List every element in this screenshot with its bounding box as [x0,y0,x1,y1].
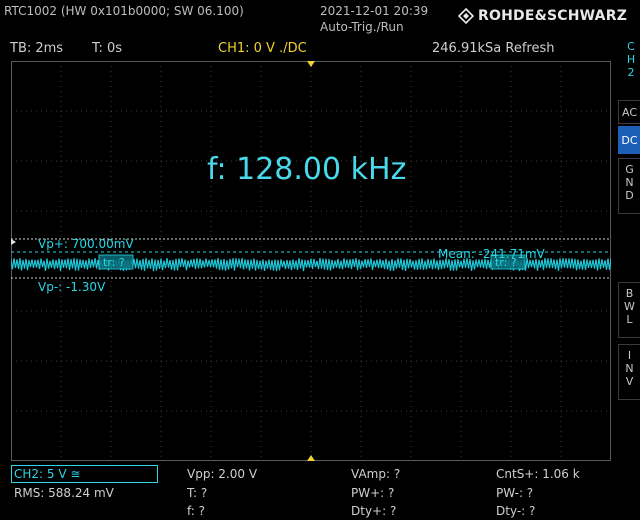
side-menu-channel-label: CH2 [626,40,636,79]
waveform-grid: tr: ? tr: ? 2 [11,61,611,461]
trigger-position-setting[interactable]: T: 0s [92,41,122,56]
cnts-plus-readout: CntS+: 1.06 k [496,467,580,481]
invert-button[interactable]: INV [618,344,640,400]
bandwidth-limit-button[interactable]: BWL [618,282,640,338]
vp-minus-readout: Vp-: -1.30V [38,280,106,294]
trigger-position-top-marker[interactable] [307,61,315,67]
vamp-readout: VAmp: ? [351,467,401,481]
dty-minus-readout: Dty-: ? [496,504,536,518]
brand-logo: ROHDE&SCHWARZ [458,8,627,24]
mean-readout: Mean: -241.71mV [438,247,545,261]
trigger-level-marker[interactable] [11,239,16,245]
period-readout: T: ? [187,486,208,500]
coupling-gnd-button[interactable]: GND [618,158,640,214]
pw-plus-readout: PW+: ? [351,486,395,500]
brand-name: ROHDE&SCHWARZ [478,8,628,24]
ch1-setting[interactable]: CH1: 0 V ./DC [218,41,307,56]
coupling-dc-button[interactable]: DC [618,126,640,154]
rms-readout: RMS: 588.24 mV [14,486,114,500]
cursor-left-label: tr: ? [103,256,125,269]
trigger-position-bottom-marker[interactable] [307,455,315,461]
device-model-info: RTC1002 (HW 0x101b0000; SW 06.100) [4,4,244,18]
timebase-setting[interactable]: TB: 2ms [10,41,63,56]
vpp-readout: Vpp: 2.00 V [187,467,258,481]
coupling-ac-button[interactable]: AC [618,100,640,124]
rs-diamond-icon [458,8,474,24]
waveform-display[interactable]: tr: ? tr: ? 2 [11,61,611,461]
vp-plus-readout: Vp+: 700.00mV [38,237,134,251]
freq-meas-readout: f: ? [187,504,206,518]
trigger-mode-status: Auto-Trig./Run [320,20,404,34]
sample-rate-readout: 246.91kSa Refresh [432,41,555,56]
dty-plus-readout: Dty+: ? [351,504,397,518]
ch2-scale-setting[interactable]: CH2: 5 V ≅ [11,465,158,483]
pw-minus-readout: PW-: ? [496,486,534,500]
frequency-readout: f: 128.00 kHz [207,152,407,187]
datetime-readout: 2021-12-01 20:39 [320,4,429,18]
